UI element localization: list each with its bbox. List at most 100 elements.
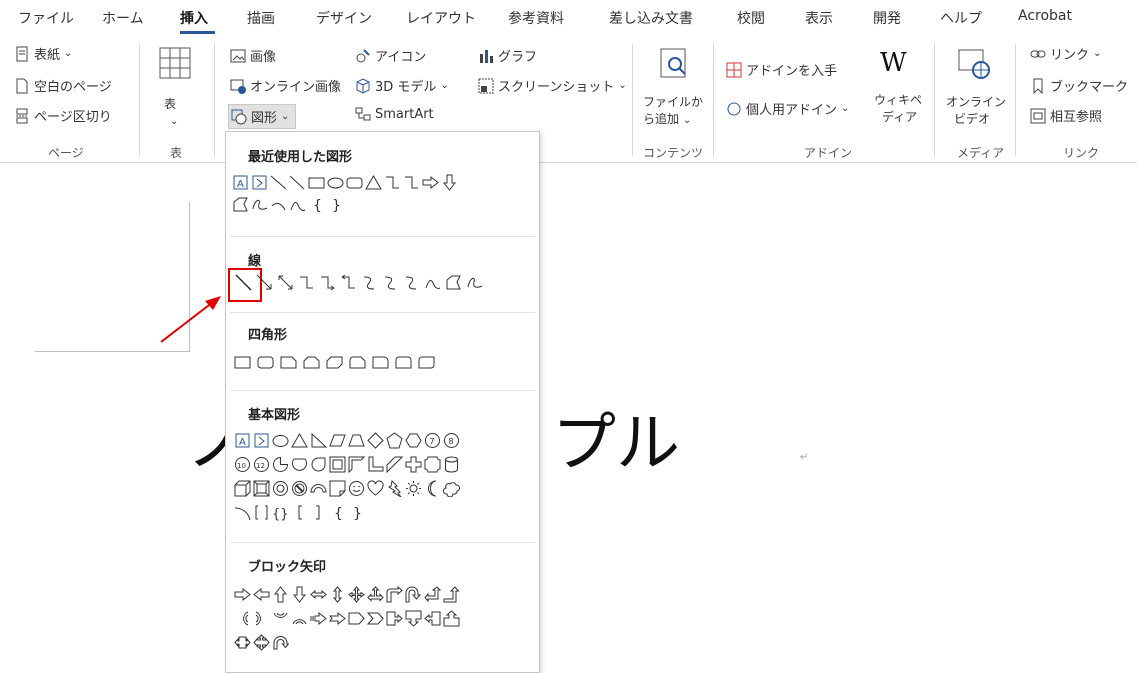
table-button[interactable]: 表 ⌄ [158,46,194,127]
can-shape[interactable] [443,456,460,473]
rectangle-shape[interactable] [308,174,325,191]
cloud-shape[interactable] [443,480,460,497]
tab-design[interactable]: デザイン [316,8,372,28]
l-shape[interactable] [367,456,384,473]
trapezoid-shape[interactable] [348,432,365,449]
elbow-arrow-connector-shape[interactable] [403,174,420,191]
right-bracket-shape[interactable] [310,504,327,521]
vertical-textbox-shape[interactable] [251,174,268,191]
sun-shape[interactable] [405,480,422,497]
bent-arrow-shape[interactable] [386,586,403,603]
icons-button[interactable]: アイコン [355,46,426,65]
textbox-shape[interactable]: A [232,174,249,191]
curved-left-arrow-shape[interactable] [253,610,270,627]
shapes-button[interactable]: 図形 ⌄ [228,104,297,129]
tab-acrobat[interactable]: Acrobat [1018,8,1072,24]
frame-shape[interactable] [329,456,346,473]
parallelogram-shape[interactable] [329,432,346,449]
circular-arrow-shape[interactable] [272,634,289,651]
tab-insert[interactable]: 挿入 [180,8,208,28]
rounded-rectangle-shape[interactable] [257,354,274,371]
left-arrow-callout-shape[interactable] [424,610,441,627]
left-arrow-shape[interactable] [253,586,270,603]
freeform-shape[interactable] [232,196,249,213]
tab-home[interactable]: ホーム [102,8,144,28]
tab-review[interactable]: 校閲 [737,8,765,28]
quad-arrow-shape[interactable] [348,586,365,603]
donut-shape[interactable] [272,480,289,497]
vertical-textbox-shape[interactable] [253,432,270,449]
my-addins-button[interactable]: 個人用アドイン ⌄ [726,99,849,118]
oval-shape[interactable] [327,174,344,191]
rounded-rectangle-shape[interactable] [346,174,363,191]
tab-references[interactable]: 参考資料 [508,8,564,28]
scribble-shape[interactable] [466,274,483,291]
pentagon-arrow-shape[interactable] [348,610,365,627]
curve-shape[interactable] [289,196,306,213]
freeform-shape[interactable] [445,274,462,291]
u-turn-arrow-shape[interactable] [405,586,422,603]
left-bracket-shape[interactable] [291,504,308,521]
lightning-bolt-shape[interactable] [386,480,403,497]
right-brace-shape[interactable]: } [348,504,365,521]
elbow-connector-shape[interactable] [384,174,401,191]
straight-line-shape[interactable] [235,274,252,291]
tab-draw[interactable]: 描画 [247,8,275,28]
wikipedia-button[interactable]: W ウィキペ ディア [872,48,922,143]
scribble-shape[interactable] [251,196,268,213]
curved-connector-shape[interactable] [361,274,378,291]
snip-round-rectangle-shape[interactable] [349,354,366,371]
chart-button[interactable]: グラフ [478,46,537,65]
tab-file[interactable]: ファイル [18,8,74,28]
octagon-shape[interactable]: 8 [443,432,460,449]
textbox-shape[interactable]: A [234,432,251,449]
up-arrow-shape[interactable] [272,586,289,603]
left-right-up-arrow-shape[interactable] [367,586,384,603]
pictures-button[interactable]: 画像 [230,46,276,65]
online-video-button[interactable]: オンライン ビデオ [946,46,1006,141]
snip-diagonal-rectangle-shape[interactable] [326,354,343,371]
blank-page-button[interactable]: 空白のページ [14,76,112,95]
pie-shape[interactable] [272,456,289,473]
down-arrow-callout-shape[interactable] [405,610,422,627]
line-shape[interactable] [270,174,287,191]
round-same-side-rectangle-shape[interactable] [395,354,412,371]
chevron-shape[interactable] [367,610,384,627]
left-up-arrow-shape[interactable] [424,586,441,603]
striped-right-arrow-shape[interactable] [310,610,327,627]
rectangle-shape[interactable] [234,354,251,371]
arc-shape[interactable] [234,504,251,521]
hexagon-shape[interactable] [405,432,422,449]
right-arrow-shape[interactable] [234,586,251,603]
cover-page-button[interactable]: 表紙 ⌄ [14,44,72,63]
round-diagonal-rectangle-shape[interactable] [418,354,435,371]
arrow-line-shape[interactable] [289,174,306,191]
no-symbol-shape[interactable] [291,480,308,497]
tab-mailings[interactable]: 差し込み文書 [609,8,693,28]
curved-right-arrow-shape[interactable] [234,610,251,627]
right-triangle-shape[interactable] [310,432,327,449]
down-arrow-shape[interactable] [291,586,308,603]
page-break-button[interactable]: ページ区切り [14,106,112,125]
notched-right-arrow-shape[interactable] [329,610,346,627]
line-arrow-shape[interactable] [256,274,273,291]
right-arrow-callout-shape[interactable] [386,610,403,627]
left-brace-shape[interactable]: { [329,504,346,521]
cross-reference-button[interactable]: 相互参照 [1030,106,1102,125]
pentagon-shape[interactable] [386,432,403,449]
quad-arrow-callout-shape[interactable] [253,634,270,651]
tab-view[interactable]: 表示 [805,8,833,28]
bent-up-arrow-shape[interactable] [443,586,460,603]
right-brace-shape[interactable]: } [327,196,344,213]
triangle-shape[interactable] [291,432,308,449]
snip-corner-rectangle-shape[interactable] [280,354,297,371]
down-arrow-shape[interactable] [441,174,458,191]
tab-developer[interactable]: 開発 [873,8,901,28]
curved-up-arrow-shape[interactable] [272,610,289,627]
elbow-arrow-connector-shape[interactable] [319,274,336,291]
curved-double-arrow-connector-shape[interactable] [403,274,420,291]
tab-help[interactable]: ヘルプ [940,8,982,28]
snip-same-side-rectangle-shape[interactable] [303,354,320,371]
plus-shape[interactable] [405,456,422,473]
cube-shape[interactable] [234,480,251,497]
